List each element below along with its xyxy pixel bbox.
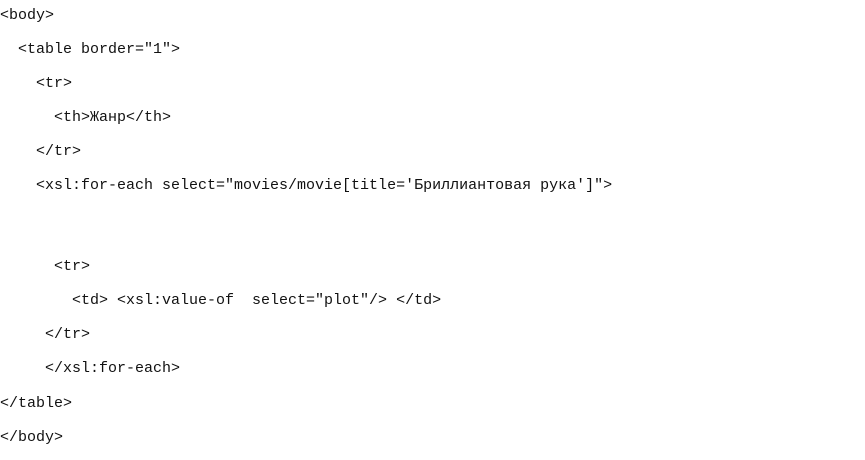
code-line-tr-close: </tr> — [0, 143, 82, 160]
code-line-inner-tr-open: <tr> — [0, 258, 91, 275]
code-line-for-each-close: </xsl:for-each> — [0, 360, 181, 377]
code-listing: <body> <table border="1"> <tr> <th>Жанр<… — [0, 0, 865, 460]
code-line-inner-tr-close: </tr> — [0, 326, 91, 343]
code-line-table-open: <table border="1"> — [0, 41, 181, 58]
code-line-td-value-of: <td> <xsl:value-of select="plot"/> </td> — [0, 292, 442, 309]
code-line-body-open: <body> — [0, 7, 55, 24]
code-line-for-each-open: <xsl:for-each select="movies/movie[title… — [0, 177, 613, 194]
code-line-table-close: </table> — [0, 395, 73, 412]
code-line-tr-open: <tr> — [0, 75, 73, 92]
code-line-th: <th>Жанр</th> — [0, 109, 172, 126]
code-line-body-close: </body> — [0, 429, 64, 446]
